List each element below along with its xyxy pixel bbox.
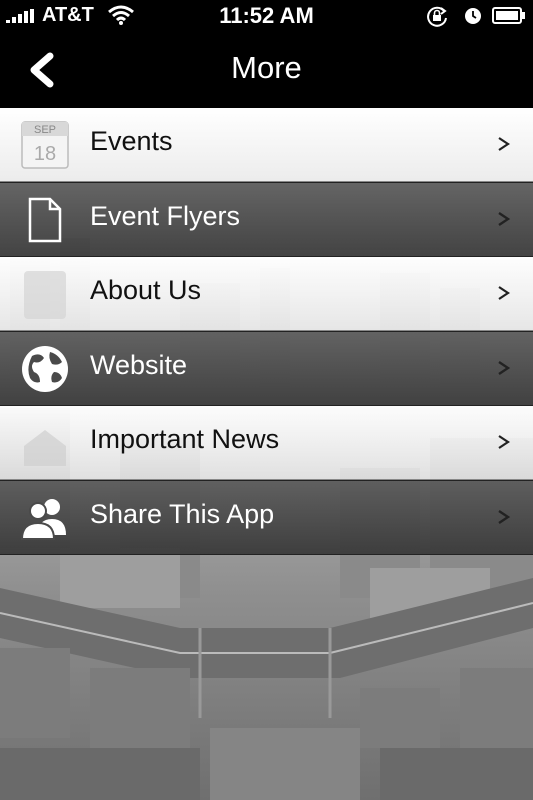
calendar-day: 18 [34,143,56,165]
menu-item-label: Share This App [90,499,275,529]
menu-item-label: Events [90,126,173,156]
info-icon [24,271,66,319]
chevron-right-icon [498,212,511,226]
menu-item-important-news[interactable]: Important News [0,406,533,480]
rotation-lock-icon [427,6,447,27]
chevron-right-icon [498,286,510,300]
chevron-right-icon [498,435,510,449]
battery-icon [492,7,525,24]
chevron-right-icon [498,137,510,151]
chevron-right-icon [498,361,511,375]
alarm-icon [465,8,481,24]
menu-item-label: Important News [90,424,280,454]
menu-item-website[interactable]: Website [0,331,533,406]
more-menu-list: SEP 18 Events Event Flyers About Us Webs… [0,108,533,555]
menu-item-label: Event Flyers [90,201,241,231]
menu-item-label: About Us [90,275,202,305]
globe-icon [22,346,68,392]
people-icon [20,499,66,540]
menu-item-about-us[interactable]: About Us [0,257,533,331]
navigation-bar: More [0,30,533,110]
menu-item-events[interactable]: SEP 18 Events [0,108,533,182]
chevron-right-icon [498,510,511,524]
calendar-month: SEP [34,124,56,136]
menu-item-share-this-app[interactable]: Share This App [0,480,533,555]
news-icon [24,430,66,466]
calendar-icon: SEP 18 [21,121,69,169]
status-bar: AT&T 11:52 AM [0,0,533,30]
menu-item-label: Website [90,350,188,380]
page-title: More [231,50,302,85]
menu-item-event-flyers[interactable]: Event Flyers [0,182,533,257]
document-icon [28,197,62,243]
status-time: 11:52 AM [219,3,314,28]
